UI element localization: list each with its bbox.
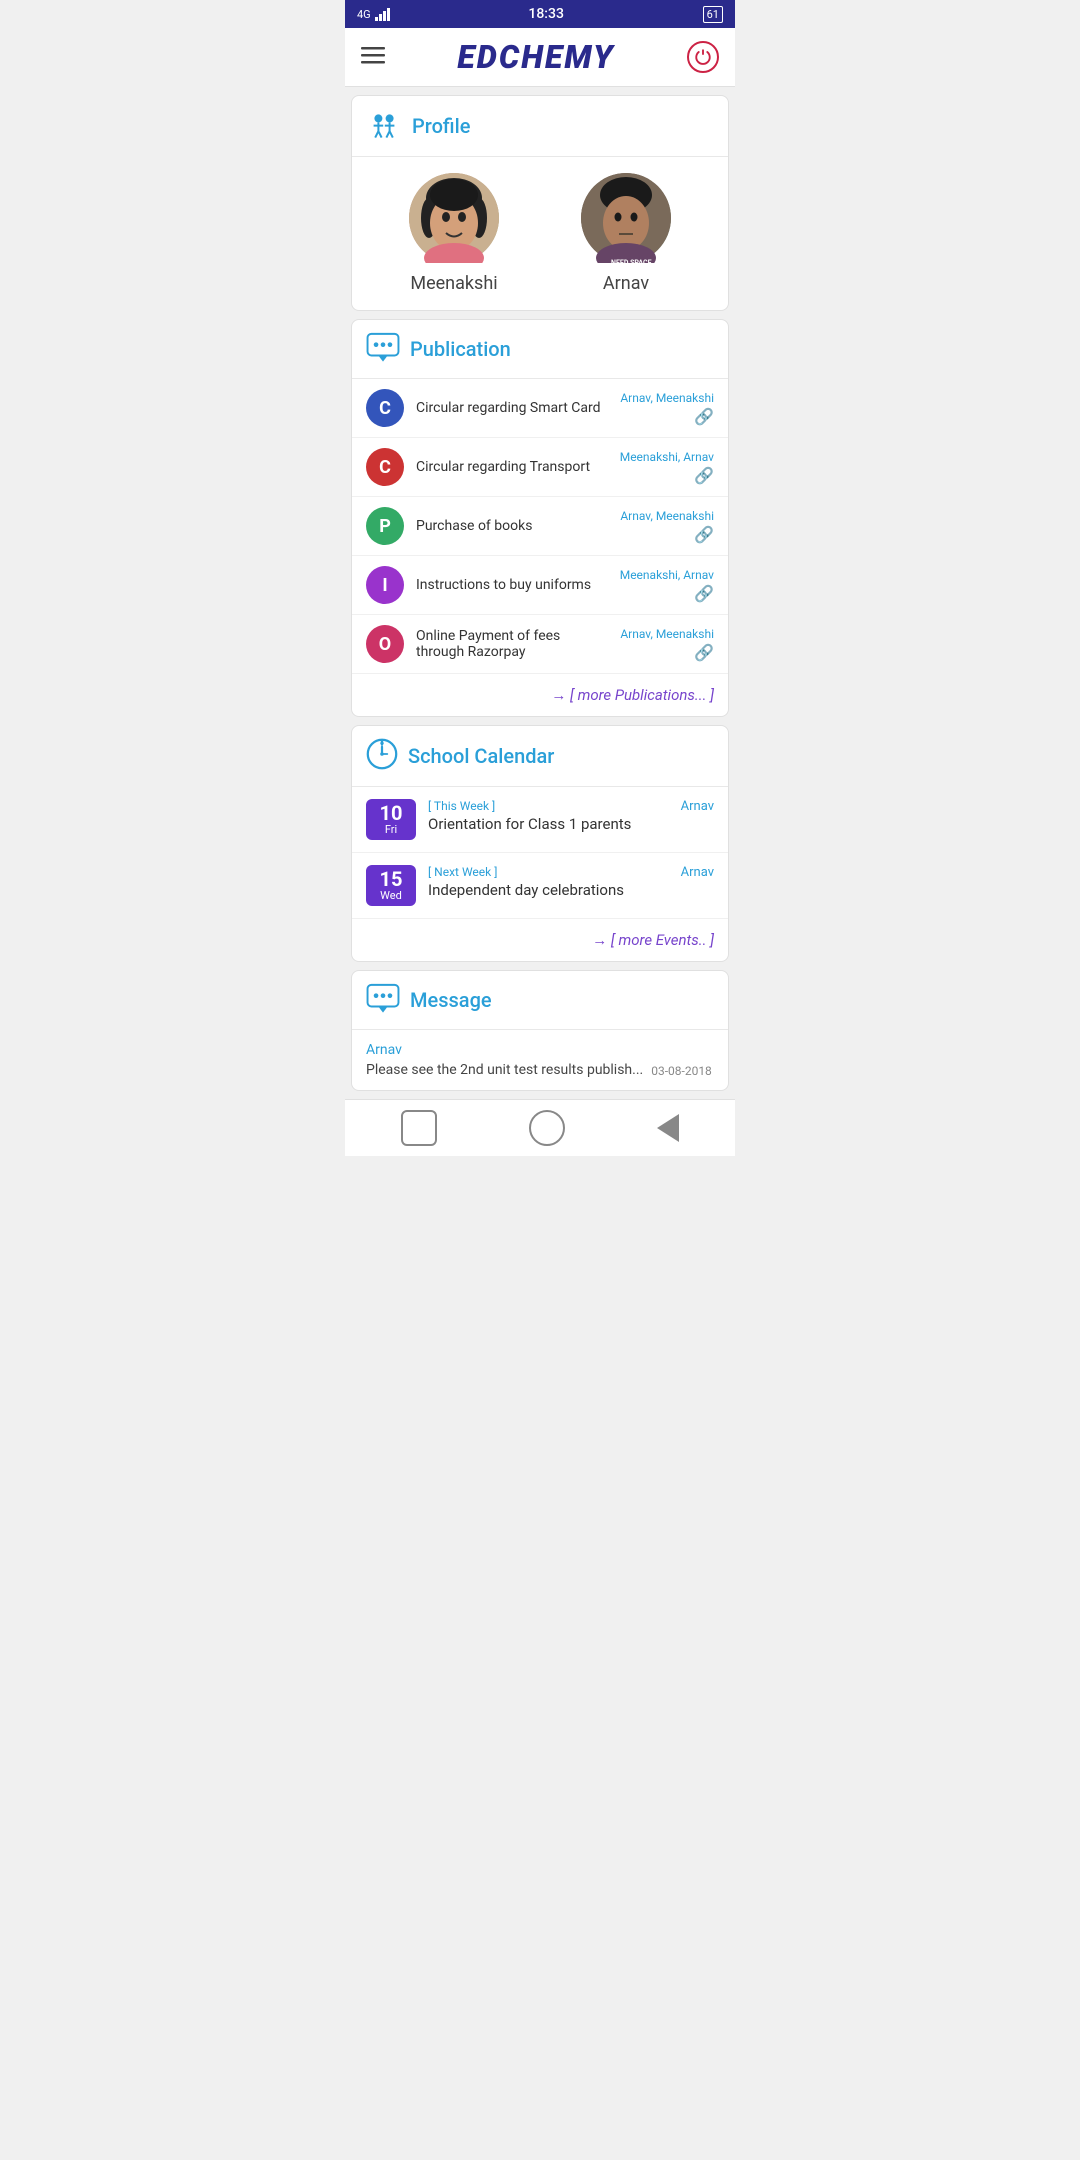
pub-title-0: Circular regarding Smart Card bbox=[416, 400, 608, 416]
pub-letter-2: P bbox=[366, 507, 404, 545]
pub-letter-3: I bbox=[366, 566, 404, 604]
pub-names-0: Arnav, Meenakshi bbox=[620, 391, 714, 405]
calendar-card: School Calendar 10 Fri [ This Week ] Ori… bbox=[351, 725, 729, 962]
pub-item-3[interactable]: I Instructions to buy uniforms Meenakshi… bbox=[352, 556, 728, 615]
paperclip-icon-2: 🔗 bbox=[694, 525, 714, 544]
message-text: Please see the 2nd unit test results pub… bbox=[366, 1062, 643, 1078]
pub-title-2: Purchase of books bbox=[416, 518, 608, 534]
app-header: EDCHEMY bbox=[345, 28, 735, 87]
paperclip-icon-0: 🔗 bbox=[694, 407, 714, 426]
pub-item-1[interactable]: C Circular regarding Transport Meenakshi… bbox=[352, 438, 728, 497]
paperclip-icon-1: 🔗 bbox=[694, 466, 714, 485]
battery-indicator: 61 bbox=[703, 6, 723, 23]
message-header: Message bbox=[352, 971, 728, 1030]
pub-names-3: Meenakshi, Arnav bbox=[620, 568, 714, 582]
cal-date-0: 10 Fri bbox=[366, 799, 416, 840]
pub-title-4: Online Payment of fees through Razorpay bbox=[416, 628, 608, 660]
pub-letter-4: O bbox=[366, 625, 404, 663]
cal-item-0[interactable]: 10 Fri [ This Week ] Orientation for Cla… bbox=[352, 787, 728, 853]
profile-icon bbox=[366, 108, 402, 144]
paperclip-icon-4: 🔗 bbox=[694, 643, 714, 662]
menu-button[interactable] bbox=[361, 43, 385, 72]
pub-item-0[interactable]: C Circular regarding Smart Card Arnav, M… bbox=[352, 379, 728, 438]
profile-name-meenakshi: Meenakshi bbox=[410, 273, 497, 294]
more-events-link[interactable]: → [ more Events.. ] bbox=[352, 919, 728, 961]
calendar-header: School Calendar bbox=[352, 726, 728, 787]
cal-date-1: 15 Wed bbox=[366, 865, 416, 906]
svg-text:NEED SPACE: NEED SPACE bbox=[611, 259, 652, 263]
publication-title: Publication bbox=[410, 337, 511, 361]
pub-item-4[interactable]: O Online Payment of fees through Razorpa… bbox=[352, 615, 728, 674]
status-time: 18:33 bbox=[528, 6, 564, 22]
cal-day-num-1: 15 bbox=[376, 869, 406, 889]
cal-day-num-0: 10 bbox=[376, 803, 406, 823]
profile-header: Profile bbox=[352, 96, 728, 157]
publication-icon bbox=[366, 332, 400, 366]
profile-name-arnav: Arnav bbox=[603, 273, 649, 294]
cal-person-1: Arnav bbox=[681, 865, 714, 880]
power-button[interactable] bbox=[687, 41, 719, 73]
pub-names-1: Meenakshi, Arnav bbox=[620, 450, 714, 464]
cal-event-1: Independent day celebrations bbox=[428, 881, 669, 899]
paperclip-icon-3: 🔗 bbox=[694, 584, 714, 603]
message-item[interactable]: Arnav Please see the 2nd unit test resul… bbox=[352, 1030, 728, 1090]
cal-person-0: Arnav bbox=[681, 799, 714, 814]
signal-icon bbox=[375, 8, 390, 21]
nav-recent-button[interactable] bbox=[657, 1114, 679, 1142]
pub-letter-1: C bbox=[366, 448, 404, 486]
profile-title: Profile bbox=[412, 114, 470, 138]
publication-header: Publication bbox=[352, 320, 728, 379]
message-title: Message bbox=[410, 988, 492, 1012]
profile-meenakshi[interactable]: Meenakshi bbox=[409, 173, 499, 294]
pub-title-1: Circular regarding Transport bbox=[416, 459, 608, 475]
network-label: 4G bbox=[357, 8, 371, 21]
avatar-meenakshi bbox=[409, 173, 499, 263]
pub-item-2[interactable]: P Purchase of books Arnav, Meenakshi 🔗 bbox=[352, 497, 728, 556]
cal-item-1[interactable]: 15 Wed [ Next Week ] Independent day cel… bbox=[352, 853, 728, 919]
profile-arnav[interactable]: NEED SPACE Arnav bbox=[581, 173, 671, 294]
status-right: 61 bbox=[703, 6, 723, 23]
profile-content: Meenakshi NEED SPACE bbox=[352, 157, 728, 310]
message-icon bbox=[366, 983, 400, 1017]
cal-week-0: [ This Week ] bbox=[428, 799, 669, 813]
message-sender: Arnav bbox=[366, 1042, 714, 1058]
status-bar: 4G 18:33 61 bbox=[345, 0, 735, 28]
message-card: Message Arnav Please see the 2nd unit te… bbox=[351, 970, 729, 1091]
profile-card: Profile bbox=[351, 95, 729, 311]
avatar-arnav: NEED SPACE bbox=[581, 173, 671, 263]
pub-names-2: Arnav, Meenakshi bbox=[620, 509, 714, 523]
nav-home-button[interactable] bbox=[401, 1110, 437, 1146]
calendar-icon bbox=[366, 738, 398, 774]
cal-event-0: Orientation for Class 1 parents bbox=[428, 815, 669, 833]
status-left: 4G bbox=[357, 8, 390, 21]
app-title: EDCHEMY bbox=[457, 38, 614, 76]
publication-card: Publication C Circular regarding Smart C… bbox=[351, 319, 729, 717]
message-date: 03-08-2018 bbox=[651, 1064, 712, 1078]
nav-back-button[interactable] bbox=[529, 1110, 565, 1146]
calendar-title: School Calendar bbox=[408, 744, 554, 768]
pub-names-4: Arnav, Meenakshi bbox=[620, 627, 714, 641]
pub-letter-0: C bbox=[366, 389, 404, 427]
pub-title-3: Instructions to buy uniforms bbox=[416, 577, 608, 593]
cal-day-name-1: Wed bbox=[376, 889, 406, 902]
more-publications-link[interactable]: → [ more Publications... ] bbox=[352, 674, 728, 716]
bottom-nav bbox=[345, 1099, 735, 1156]
cal-week-1: [ Next Week ] bbox=[428, 865, 669, 879]
